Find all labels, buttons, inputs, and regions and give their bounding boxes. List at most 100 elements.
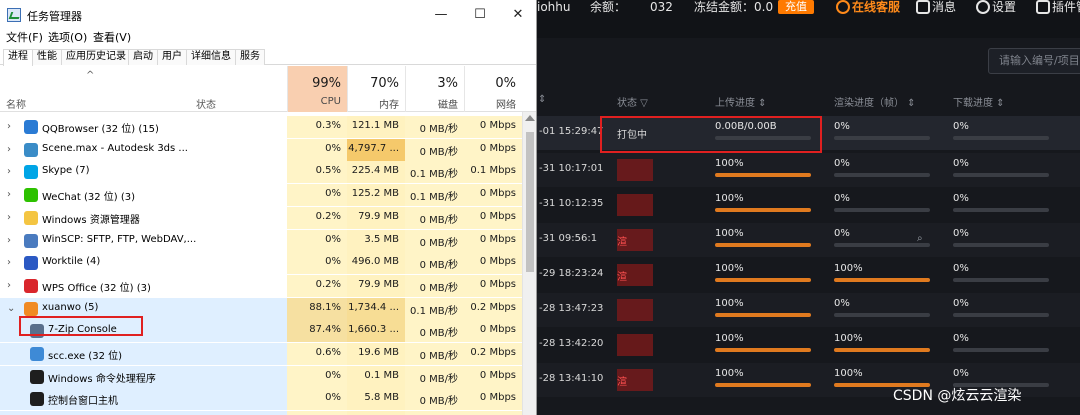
expand-chevron-icon[interactable]: › (7, 121, 17, 133)
headset-icon (836, 0, 850, 14)
expand-chevron-icon[interactable]: › (7, 235, 17, 247)
balance-value: 032 (650, 0, 673, 14)
scroll-up-arrow-icon[interactable] (525, 115, 535, 121)
tab-app-history[interactable]: 应用历史记录 (61, 49, 131, 65)
upload-progress-bar (715, 208, 811, 212)
online-service-link[interactable]: 在线客服 (852, 0, 900, 14)
column-cpu[interactable]: 99% CPU (287, 66, 347, 112)
task-row[interactable]: -28 13:47:23 100% 0% 0% (537, 293, 1080, 327)
close-button[interactable]: ✕ (499, 0, 536, 30)
watermark: CSDN @炫云云渲染 (893, 388, 1022, 404)
cpu-cell: 0.2% (287, 206, 347, 229)
task-row[interactable]: -31 10:12:35 100% 0% 0% (537, 188, 1080, 222)
download-progress-text: 0% (953, 263, 969, 274)
disk-cell: 0 MB/秒 (405, 365, 464, 388)
column-disk[interactable]: 3% 磁盘 (405, 66, 464, 112)
tab-startup[interactable]: 启动 (128, 49, 158, 65)
column-status[interactable]: 状态 ▽ (617, 94, 648, 109)
settings-link[interactable]: 设置 (992, 0, 1016, 14)
render-progress-bar (834, 313, 930, 317)
column-status[interactable]: 状态 (196, 96, 216, 111)
process-row[interactable]: › WeChat (32 位) (3) 0% 125.2 MB 0.1 MB/秒 0 Mb… (0, 184, 522, 207)
process-row[interactable]: › Windows 资源管理器 0.2% 79.9 MB 0 MB/秒 0 Mbps (0, 206, 522, 229)
upload-progress-text: 100% (715, 368, 744, 379)
tab-processes[interactable]: 进程 (3, 49, 33, 66)
balance-label: 余额： (590, 0, 627, 14)
tab-services[interactable]: 服务 (235, 49, 265, 65)
menu-file[interactable]: 文件(F) (6, 29, 43, 45)
render-progress-bar (834, 243, 930, 247)
column-download[interactable]: 下载进度 ⇕ (953, 94, 1005, 109)
plugins-link[interactable]: 插件管 (1052, 0, 1080, 14)
highlight-box-7zip (19, 316, 143, 336)
process-row[interactable]: 控制台窗口主机 0% 5.8 MB 0 MB/秒 0 Mbps (0, 388, 522, 411)
process-row[interactable]: › Skype (7) 0.5% 225.4 MB 0.1 MB/秒 0.1 Mbps (0, 161, 522, 184)
column-network[interactable]: 0% 网络 (464, 66, 522, 112)
menu-options[interactable]: 选项(O) (48, 29, 87, 45)
expand-chevron-icon[interactable]: › (7, 189, 17, 201)
expand-chevron-icon[interactable]: › (7, 166, 17, 178)
process-icon (24, 165, 38, 180)
menu-view[interactable]: 查看(V) (93, 29, 131, 45)
expand-chevron-icon[interactable]: ⌄ (7, 303, 17, 315)
process-row[interactable]: 炫云客户端0.1%48.7 MB0 MB/秒0 Mbps (0, 411, 522, 415)
task-row[interactable]: -31 09:56:1 渲 100% 0% 0% ⌕ (537, 223, 1080, 257)
column-render[interactable]: 渲染进度（帧） ⇕ (834, 94, 916, 109)
messages-link[interactable]: 消息 (932, 0, 956, 14)
process-name: Skype (7) (42, 165, 90, 177)
download-progress-bar (953, 313, 1049, 317)
task-row[interactable]: -28 13:42:20 100% 100% 0% (537, 328, 1080, 362)
memory-cell: 1,660.3 ... (347, 320, 405, 343)
column-upload[interactable]: 上传进度 ⇕ (715, 94, 767, 109)
process-icon (24, 120, 38, 134)
process-row[interactable]: Windows 命令处理程序 0% 0.1 MB 0 MB/秒 0 Mbps (0, 365, 522, 388)
column-memory[interactable]: 70% 内存 (347, 66, 405, 112)
download-progress-text: 0% (953, 228, 969, 239)
render-progress-text: 100% (834, 263, 863, 274)
tab-performance[interactable]: 性能 (32, 49, 62, 65)
search-icon[interactable]: ⌕ (917, 233, 923, 244)
download-progress-text: 0% (953, 368, 969, 379)
process-name: scc.exe (32 位) (48, 351, 123, 362)
maximize-button[interactable]: ☐ (461, 0, 499, 30)
tab-bar: 进程 性能 应用历史记录 启动 用户 详细信息 服务 (0, 47, 536, 66)
title-bar[interactable]: 任务管理器 — ☐ ✕ (0, 0, 536, 30)
render-progress-text: 100% (834, 368, 863, 379)
cpu-cell: 0.2% (287, 274, 347, 297)
minimize-button[interactable]: — (422, 0, 460, 30)
process-row[interactable]: scc.exe (32 位) 0.6% 19.6 MB 0 MB/秒 0.2 Mbps (0, 343, 522, 365)
task-row[interactable]: -31 10:17:01 100% 0% 0% (537, 153, 1080, 187)
process-name: Windows 命令处理程序 (48, 373, 156, 385)
process-row[interactable]: › WPS Office (32 位) (3) 0.2% 79.9 MB 0 MB/秒 0… (0, 274, 522, 297)
scrollbar-thumb[interactable] (526, 132, 534, 272)
task-row[interactable]: -29 18:23:24 渲 100% 100% 0% (537, 258, 1080, 292)
task-time: -28 13:41:10 (539, 373, 604, 384)
scrollbar[interactable] (522, 112, 536, 415)
column-name[interactable]: 名称 (6, 96, 26, 111)
process-row[interactable]: › QQBrowser (32 位) (15) 0.3% 121.1 MB 0 MB/秒… (0, 116, 522, 138)
tab-users[interactable]: 用户 (157, 49, 187, 65)
expand-chevron-icon[interactable]: › (7, 144, 17, 156)
expand-chevron-icon[interactable]: › (7, 257, 17, 269)
upload-progress-text: 100% (715, 298, 744, 309)
tab-details[interactable]: 详细信息 (186, 49, 236, 65)
process-row[interactable]: › Worktile (4) 0% 496.0 MB 0 MB/秒 0 Mbps (0, 252, 522, 275)
expand-chevron-icon[interactable]: › (7, 212, 17, 224)
process-row[interactable]: › WinSCP: SFTP, FTP, WebDAV,... 0% 3.5 MB 0 … (0, 229, 522, 252)
recharge-button[interactable]: 充值 (778, 0, 814, 14)
process-name: QQBrowser (32 位) (15) (42, 124, 159, 135)
status-redacted (617, 334, 653, 356)
cpu-cell: 0% (287, 184, 347, 207)
search-input[interactable]: 请输入编号/项目名 (988, 48, 1080, 74)
memory-cell: 125.2 MB (347, 184, 405, 207)
disk-cell: 0 MB/秒 (405, 206, 464, 229)
upload-progress-text: 100% (715, 193, 744, 204)
process-row[interactable]: › Scene.max - Autodesk 3ds ... 0% 4,797.7 .… (0, 138, 522, 161)
chevron-sort-icon[interactable]: ⇕ (538, 94, 546, 105)
upload-progress-text: 100% (715, 158, 744, 169)
username: iohhu (537, 0, 571, 14)
highlight-box-status (600, 116, 822, 153)
expand-chevron-icon[interactable]: › (7, 280, 17, 292)
upload-progress-bar (715, 278, 811, 282)
process-name: xuanwo (5) (42, 301, 99, 313)
